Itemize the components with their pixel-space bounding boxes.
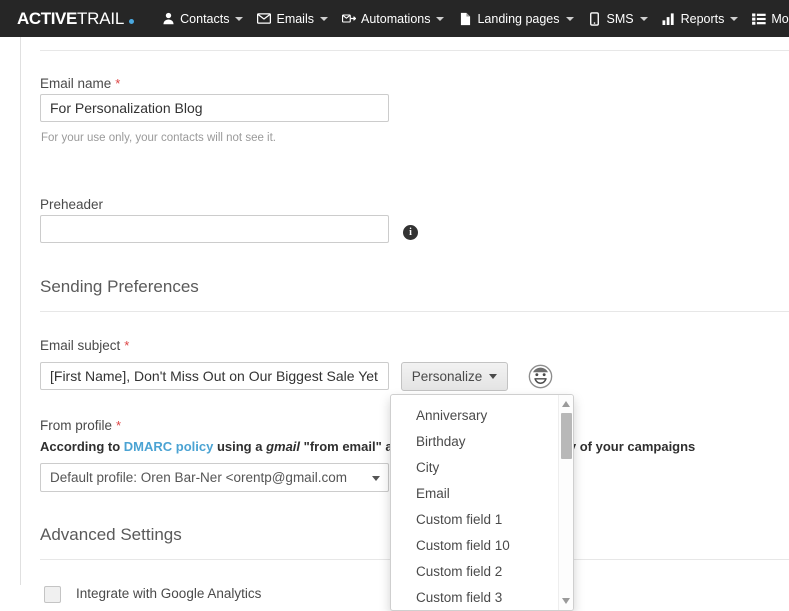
phone-icon <box>588 11 602 26</box>
scroll-down-arrow-icon[interactable] <box>562 598 570 604</box>
dmarc-prefix: According to <box>40 439 124 454</box>
personalize-dropdown-menu: Anniversary Birthday City Email Custom f… <box>390 394 574 611</box>
email-name-helper-text: For your use only, your contacts will no… <box>41 132 276 144</box>
dropdown-item[interactable]: Anniversary <box>391 403 559 429</box>
nav-label-automations: Automations <box>361 11 431 26</box>
main-nav: Contacts Emails Automations Landing page… <box>154 0 789 37</box>
email-name-input[interactable] <box>40 94 389 122</box>
chevron-down-icon <box>565 16 574 21</box>
dropdown-item[interactable]: City <box>391 455 559 481</box>
sending-preferences-title: Sending Preferences <box>40 277 199 296</box>
required-marker: * <box>116 418 122 433</box>
logo-text-active: ACTIVE <box>17 8 77 28</box>
nav-label-sms: SMS <box>606 11 634 26</box>
list-icon <box>752 12 767 26</box>
google-analytics-label: Integrate with Google Analytics <box>76 586 262 601</box>
email-name-label: Email name * <box>40 76 121 91</box>
logo-dot-icon <box>129 18 135 24</box>
preheader-label: Preheader <box>40 197 104 212</box>
smiley-face-icon <box>528 364 553 389</box>
dmarc-policy-link[interactable]: DMARC policy <box>124 439 214 454</box>
nav-item-emails[interactable]: Emails <box>250 0 335 37</box>
chevron-down-icon <box>235 16 244 21</box>
dropdown-scrollbar[interactable] <box>558 395 573 610</box>
personalize-button[interactable]: Personalize <box>401 362 508 391</box>
dropdown-item[interactable]: Email <box>391 481 559 507</box>
personalize-button-label: Personalize <box>411 369 483 384</box>
from-profile-select-value: Default profile: Oren Bar-Ner <orentp@gm… <box>40 463 389 492</box>
chevron-down-icon <box>320 16 328 21</box>
page-icon <box>458 12 472 26</box>
dmarc-notice: According to DMARC policy using a gmail … <box>40 439 695 454</box>
from-profile-select[interactable]: Default profile: Oren Bar-Ner <orentp@gm… <box>40 463 389 492</box>
nav-label-reports: Reports <box>680 11 725 26</box>
google-analytics-checkbox[interactable] <box>44 586 61 603</box>
nav-label-contacts: Contacts <box>180 11 230 26</box>
dmarc-emphasis: gmail <box>266 439 301 454</box>
logo-text-trail: TRAIL <box>76 8 125 28</box>
nav-label-more: More <box>771 11 789 26</box>
scroll-up-arrow-icon[interactable] <box>562 401 570 407</box>
from-profile-label: From profile * <box>40 418 122 433</box>
top-navigation-bar: ACTIVETRAIL Contacts Emails Automations <box>0 0 789 37</box>
page-body: Email name* For your use only, your cont… <box>0 37 789 611</box>
bar-chart-icon <box>662 12 676 26</box>
nav-item-automations[interactable]: Automations <box>335 0 451 37</box>
envelope-icon <box>257 12 272 26</box>
dropdown-item[interactable]: Custom field 1 <box>391 507 559 533</box>
chevron-down-icon <box>489 374 498 379</box>
sending-preferences-divider <box>40 311 789 312</box>
dropdown-item[interactable]: Custom field 2 <box>391 559 559 585</box>
personalize-dropdown-list: Anniversary Birthday City Email Custom f… <box>391 395 559 610</box>
envelope-arrow-icon <box>342 12 356 26</box>
nav-label-emails: Emails <box>276 11 314 26</box>
email-subject-input[interactable] <box>40 362 389 390</box>
chevron-down-icon <box>639 16 648 21</box>
nav-item-contacts[interactable]: Contacts <box>154 0 250 37</box>
chevron-down-icon <box>730 16 739 21</box>
chevron-down-icon <box>436 16 445 21</box>
required-marker: * <box>115 76 121 91</box>
scrollbar-thumb[interactable] <box>561 413 572 459</box>
nav-item-sms[interactable]: SMS <box>581 0 655 37</box>
preheader-info-icon[interactable]: i <box>403 225 418 240</box>
dropdown-item[interactable]: Custom field 3 <box>391 585 559 610</box>
email-subject-label: Email subject * <box>40 338 130 353</box>
nav-item-reports[interactable]: Reports <box>655 0 746 37</box>
dropdown-item[interactable]: Custom field 10 <box>391 533 559 559</box>
dropdown-item[interactable]: Birthday <box>391 429 559 455</box>
nav-item-more[interactable]: More <box>745 0 789 37</box>
preheader-input[interactable] <box>40 215 389 243</box>
dmarc-mid: using a <box>213 439 267 454</box>
required-marker: * <box>124 338 130 353</box>
nav-item-landing-pages[interactable]: Landing pages <box>451 0 580 37</box>
activetrail-logo[interactable]: ACTIVE TRAIL <box>17 8 135 29</box>
nav-label-landing-pages: Landing pages <box>477 11 560 26</box>
emoji-picker-button[interactable] <box>528 364 553 389</box>
person-icon <box>161 12 175 26</box>
advanced-settings-title: Advanced Settings <box>40 525 182 544</box>
